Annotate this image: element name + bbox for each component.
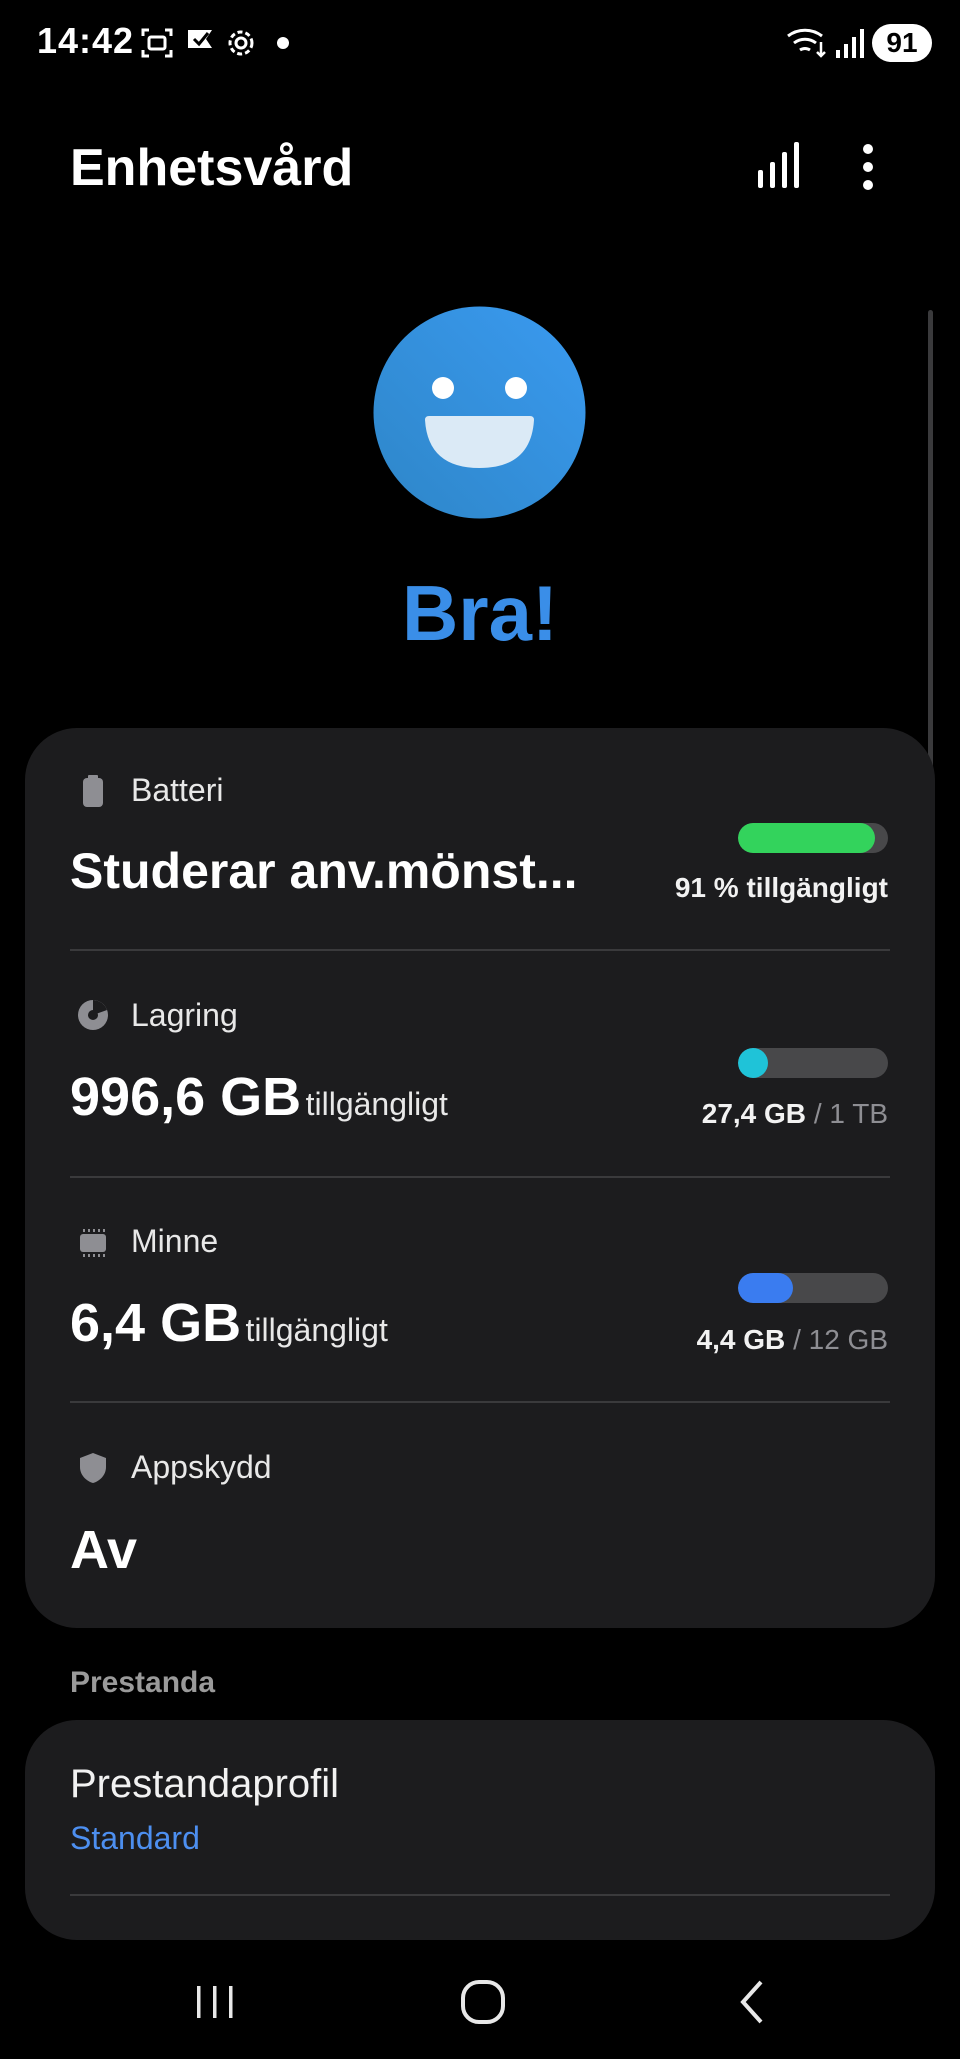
storage-label: Lagring <box>131 997 238 1033</box>
status-text: Bra! <box>401 569 559 657</box>
battery-detail: 91 % tillgängligt <box>674 872 888 903</box>
memory-label: Minne <box>131 1223 219 1259</box>
battery-icon <box>83 775 103 807</box>
memory-value-line: 6,4 GB tillgängligt <box>70 1292 388 1354</box>
notification-dot-icon <box>277 37 289 49</box>
performance-profile-value: Standard <box>70 1820 200 1856</box>
storage-value-line: 996,6 GB tillgängligt <box>70 1066 448 1128</box>
memory-bar <box>738 1273 888 1303</box>
memory-usage: 4,4 GB / 12 GB <box>697 1324 888 1356</box>
storage-total: / 1 TB <box>813 1098 888 1129</box>
storage-usage: 27,4 GB / 1 TB <box>702 1098 888 1130</box>
storage-suffix: tillgängligt <box>305 1086 448 1122</box>
memory-used: 4,4 GB <box>696 1324 786 1355</box>
back-icon[interactable] <box>723 1972 783 2032</box>
memory-total: / 12 GB <box>793 1324 888 1355</box>
wifi-icon <box>787 28 826 58</box>
battery-bar <box>738 823 888 853</box>
app-protection-row[interactable] <box>25 1403 935 1623</box>
status-time: 14:42 <box>37 20 135 61</box>
storage-bar <box>738 1048 888 1078</box>
signal-icon <box>836 29 864 58</box>
app-protection-label: Appskydd <box>131 1449 272 1485</box>
shield-icon <box>80 1453 106 1483</box>
storage-value: 996,6 GB <box>70 1067 302 1127</box>
storage-used: 27,4 GB <box>701 1098 807 1129</box>
stats-bars-icon[interactable] <box>754 140 802 192</box>
memory-bar-fill <box>738 1273 793 1303</box>
battery-bar-fill <box>738 823 875 853</box>
storage-bar-fill <box>738 1048 768 1078</box>
screenshot-icon <box>141 28 173 58</box>
battery-value: Studerar anv.mönst... <box>70 843 578 899</box>
section-title-performance: Prestanda <box>70 1666 216 1699</box>
performance-profile-title: Prestandaprofil <box>70 1762 340 1806</box>
battery-level: 91 <box>872 24 932 62</box>
page-title: Enhetsvård <box>70 139 354 197</box>
divider <box>70 1894 890 1896</box>
pie-chart-icon <box>78 1000 108 1030</box>
more-vert-icon[interactable] <box>856 142 880 192</box>
home-icon[interactable] <box>453 1972 513 2032</box>
happy-face-icon <box>373 306 586 519</box>
memory-suffix: tillgängligt <box>245 1312 388 1348</box>
memory-value: 6,4 GB <box>70 1293 242 1353</box>
recents-icon[interactable] <box>185 1972 245 2032</box>
battery-label: Batteri <box>131 772 224 808</box>
check-flag-icon <box>188 30 212 58</box>
settings-gear-icon <box>228 30 254 56</box>
app-protection-value: Av <box>70 1520 138 1580</box>
memory-chip-icon <box>80 1229 106 1257</box>
divider <box>70 949 890 951</box>
